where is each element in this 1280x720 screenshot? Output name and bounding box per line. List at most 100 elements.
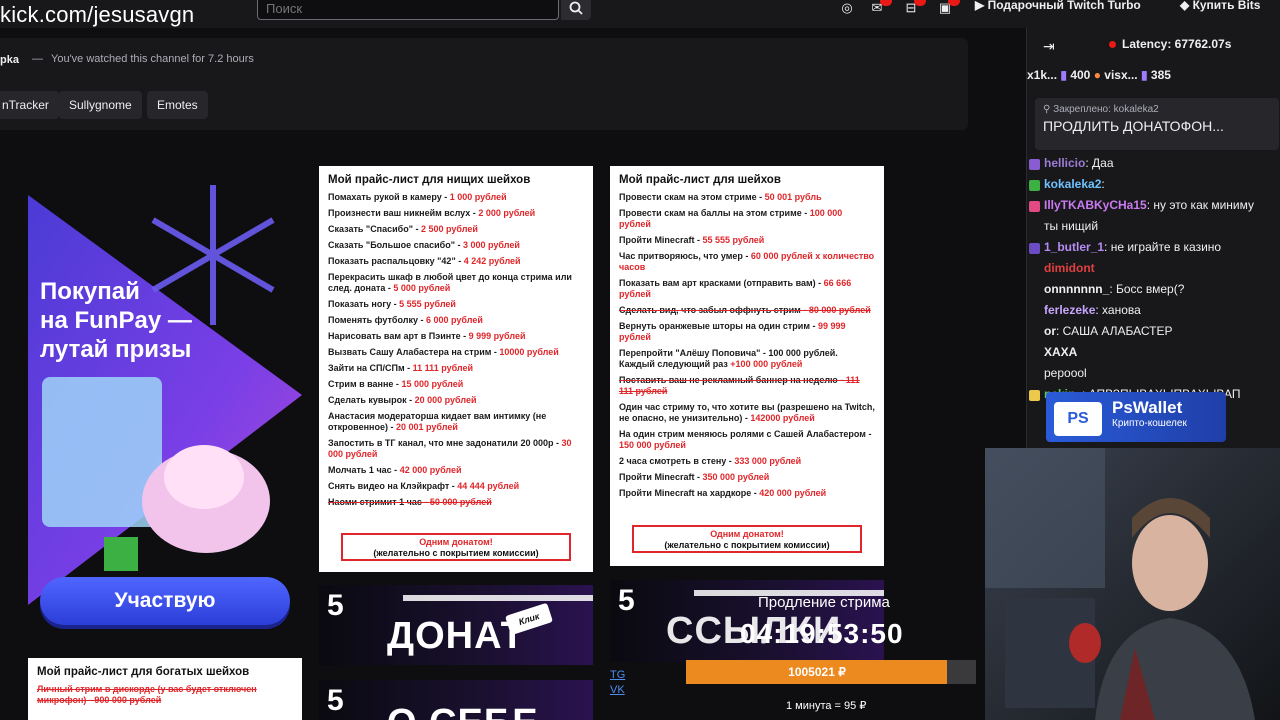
chat-username[interactable]: dimidont bbox=[1044, 261, 1095, 275]
price-row: Перекрасить шкаф в любой цвет до конца с… bbox=[328, 272, 572, 293]
funpay-background bbox=[28, 185, 302, 605]
chat-badge-icon bbox=[1029, 201, 1040, 212]
gifter-count: 385 bbox=[1150, 68, 1171, 82]
chat-text: : не играйте в казино bbox=[1104, 240, 1222, 254]
gifter-count: 400 bbox=[1070, 68, 1091, 82]
prime-icon[interactable]: ◎ bbox=[838, 0, 856, 16]
progress-amount: 1005021 ₽ bbox=[788, 665, 846, 679]
bits-icon: ◆ bbox=[1180, 0, 1193, 12]
about-panel: рka — You've watched this channel for 7.… bbox=[0, 38, 968, 130]
chat-username[interactable]: hellicio bbox=[1044, 156, 1085, 170]
chat-username[interactable]: ХАХА bbox=[1044, 345, 1077, 359]
price-row: Вызвать Сашу Алабастера на стрим - 10000… bbox=[328, 347, 559, 357]
price-amount: 350 000 рублей bbox=[702, 472, 770, 482]
about-banner-label: О СЕБЕ bbox=[387, 702, 539, 720]
gifter-name[interactable]: visx... bbox=[1104, 68, 1137, 82]
pswallet-ad[interactable]: PS PsWallet Крипто-кошелек bbox=[1046, 392, 1226, 442]
donate-note-box: Одним донатом! (желательно с покрытием к… bbox=[341, 533, 571, 561]
gift-turbo-button[interactable]: ▶ Подарочный Twitch Turbo bbox=[975, 0, 1141, 12]
chat-message[interactable]: hellicio: Даа bbox=[1027, 156, 1280, 177]
price-list-rows: Провести скам на этом стриме - 50 001 ру… bbox=[619, 192, 875, 499]
chat-badge-icon bbox=[1029, 180, 1040, 191]
price-amount: 2 500 рублей bbox=[421, 224, 478, 234]
price-amount: 420 000 рублей bbox=[759, 488, 827, 498]
about-banner[interactable]: 5 О СЕБЕ bbox=[319, 680, 593, 720]
watch-time-text: You've watched this channel for 7.2 hour… bbox=[51, 53, 254, 65]
chat-username[interactable]: 1_butler_1 bbox=[1044, 240, 1104, 254]
chat-text: : bbox=[1101, 177, 1105, 191]
chat-message[interactable]: IllyTKABKyCHa15: ну это как миниму bbox=[1027, 198, 1280, 219]
chat-message[interactable]: 1_butler_1: не играйте в казино bbox=[1027, 240, 1280, 261]
chat-username[interactable]: ferlezeke bbox=[1044, 303, 1095, 317]
chat-message[interactable]: or: САША АЛАБАСТЕР bbox=[1027, 324, 1280, 345]
price-row: Помахать рукой в камеру - 1 000 рублей bbox=[328, 192, 507, 202]
price-row: Молчать 1 час - 42 000 рублей bbox=[328, 465, 462, 475]
chat-text: рероool bbox=[1044, 366, 1087, 380]
search-button[interactable] bbox=[561, 0, 591, 20]
chat-message[interactable]: onnnnnnn_: Босс вмер(? bbox=[1027, 282, 1280, 303]
price-list-title: Мой прайс-лист для шейхов bbox=[619, 174, 781, 186]
price-row: Произнести ваш никнейм вслух - 2 000 руб… bbox=[328, 208, 536, 218]
price-amount: 9 999 рублей bbox=[468, 331, 526, 341]
price-amount: 55 555 рублей bbox=[702, 235, 765, 245]
chat-message[interactable]: dimidont bbox=[1027, 261, 1280, 282]
stream-extension-rate: 1 минута = 95 ₽ bbox=[786, 700, 867, 712]
channel-name: рka bbox=[0, 54, 19, 66]
funpay-participate-button[interactable]: Участвую bbox=[40, 577, 290, 625]
get-bits-button[interactable]: ◆ Купить Bits bbox=[1180, 0, 1260, 12]
tab-sullygnome[interactable]: Sullygnome bbox=[59, 91, 142, 119]
price-row: Пройти Minecraft - 350 000 рублей bbox=[619, 472, 770, 482]
price-amount: 3 000 рублей bbox=[463, 240, 520, 250]
donate-note-box: Одним донатом! (желательно с покрытием к… bbox=[632, 525, 862, 553]
tab-emotes[interactable]: Emotes bbox=[147, 91, 208, 119]
funpay-ad-panel[interactable]: Покупай на FunPay — лутай призы Участвую bbox=[28, 165, 302, 645]
chat-message[interactable]: ты нищий bbox=[1027, 219, 1280, 240]
tg-link[interactable]: TG bbox=[610, 668, 625, 683]
chat-messages: hellicio: Даа kokaleka2: IllyTKABKyCHa15: … bbox=[1027, 156, 1280, 408]
chat-message[interactable]: ferlezeke: ханова bbox=[1027, 303, 1280, 324]
price-row: Запостить в ТГ канал, что мне задонатили… bbox=[328, 438, 572, 459]
price-list-title: Мой прайс-лист для нищих шейхов bbox=[328, 174, 531, 186]
chat-panel: ⇥ Latency: 67762.07s x1k... ▮ 400 ● visx… bbox=[1026, 28, 1280, 448]
price-row: Пройти Minecraft на хардкоре - 420 000 р… bbox=[619, 488, 827, 498]
chat-message[interactable]: ХАХА bbox=[1027, 345, 1280, 366]
click-tag: Клик bbox=[504, 602, 554, 636]
price-row: Поменять футболку - 6 000 рублей bbox=[328, 315, 483, 325]
price-amount: 150 000 рублей bbox=[619, 440, 686, 450]
funpay-headline: Покупай на FunPay — лутай призы bbox=[40, 278, 192, 363]
chat-message[interactable]: kokaleka2: bbox=[1027, 177, 1280, 198]
top-gifters: x1k... ▮ 400 ● visx... ▮ 385 bbox=[1027, 68, 1171, 82]
chat-username[interactable]: kokaleka2 bbox=[1044, 177, 1101, 191]
search-icon bbox=[569, 1, 583, 15]
chat-username[interactable]: onnnnnnn_ bbox=[1044, 282, 1109, 296]
tab-ntracker[interactable]: nTracker bbox=[0, 91, 59, 119]
price-row: На один стрим меняюсь ролями с Сашей Ала… bbox=[619, 429, 872, 450]
price-row: Наоми стримит 1 час - 50 000 рублей bbox=[328, 497, 492, 507]
chat-message[interactable]: рероool bbox=[1027, 366, 1280, 387]
price-amount: 80 000 рублей bbox=[808, 305, 871, 315]
price-amount: +100 000 рублей bbox=[730, 359, 803, 369]
price-row: Нарисовать вам арт в Пэинте - 9 999 рубл… bbox=[328, 331, 526, 341]
chat-username[interactable]: IllyTKABKyCHa15 bbox=[1044, 198, 1147, 212]
price-amount: 15 000 рублей bbox=[401, 379, 464, 389]
live-dot-icon bbox=[1109, 41, 1116, 48]
price-row: Стрим в ванне - 15 000 рублей bbox=[328, 379, 464, 389]
collapse-chat-icon[interactable]: ⇥ bbox=[1043, 38, 1055, 55]
chat-badge-icon bbox=[1029, 243, 1040, 254]
chat-username[interactable]: or bbox=[1044, 324, 1056, 338]
price-row: Снять видео на Клэйкрафт - 44 444 рублей bbox=[328, 481, 520, 491]
chat-text: : ну это как миниму bbox=[1146, 198, 1254, 212]
gifter-name[interactable]: x1k... bbox=[1027, 68, 1057, 82]
vk-link[interactable]: VK bbox=[610, 683, 625, 698]
search-input[interactable] bbox=[257, 0, 559, 20]
pinned-message[interactable]: ⚲ Закреплено: kokaleka2 ПРОДЛИТЬ ДОНАТОФ… bbox=[1035, 98, 1279, 150]
price-amount: 20 000 рублей bbox=[414, 395, 477, 405]
chat-text: : Босс вмер(? bbox=[1109, 282, 1185, 296]
price-row: Сделать кувырок - 20 000 рублей bbox=[328, 395, 477, 405]
price-row: Провести скам на баллы на этом стриме - … bbox=[619, 208, 843, 229]
chat-text: : ханова bbox=[1095, 303, 1141, 317]
pswallet-logo: PS bbox=[1054, 402, 1102, 436]
price-amount: 1 000 рублей bbox=[449, 192, 507, 202]
gift-icon: ▮ bbox=[1140, 68, 1151, 82]
donate-banner[interactable]: 5 ДОНАТ Клик bbox=[319, 585, 593, 665]
